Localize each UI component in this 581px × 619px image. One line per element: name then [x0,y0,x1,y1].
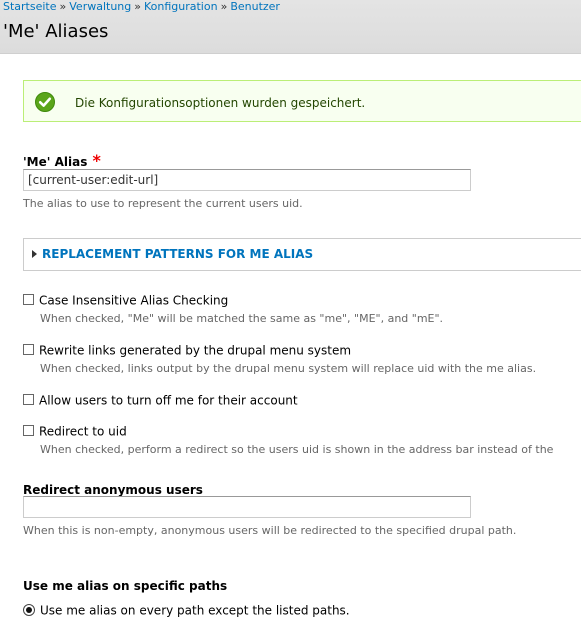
page-header: Startseite» Verwaltung» Konfiguration» Benu… [0,0,581,54]
breadcrumb-benutzer[interactable]: Benutzer [230,0,280,13]
allow-turn-off-checkbox[interactable] [23,394,34,405]
status-message-text: Die Konfigurationsoptionen wurden gespei… [75,96,366,110]
me-alias-label-text: 'Me' Alias [23,155,88,169]
status-message: Die Konfigurationsoptionen wurden gespei… [23,80,581,122]
check-circle-icon [35,92,55,112]
redirect-anonymous-label-text: Redirect anonymous users [23,483,203,497]
case-insensitive-checkbox[interactable] [23,294,34,305]
breadcrumb: Startseite» Verwaltung» Konfiguration» Benu… [3,0,280,14]
breadcrumb-separator: » [220,0,228,13]
specific-paths-option-label[interactable]: Use me alias on every path except the li… [40,604,350,618]
me-alias-label: 'Me' Alias * [23,151,101,170]
triangle-right-icon [32,249,37,258]
case-insensitive-label[interactable]: Case Insensitive Alias Checking [39,294,228,308]
redirect-to-uid-description: When checked, perform a redirect so the … [40,443,554,456]
replacement-patterns-legend: REPLACEMENT PATTERNS FOR ME ALIAS [42,247,314,261]
redirect-anonymous-input[interactable] [23,496,471,518]
redirect-to-uid-label[interactable]: Redirect to uid [39,425,127,439]
breadcrumb-separator: » [134,0,141,13]
specific-paths-radio-option[interactable]: Use me alias on every path except the li… [23,600,350,619]
case-insensitive-description: When checked, "Me" will be matched the s… [40,312,444,325]
replacement-patterns-fieldset[interactable]: REPLACEMENT PATTERNS FOR ME ALIAS [23,238,581,271]
radio-selected-icon[interactable] [23,603,35,616]
breadcrumb-verwaltung[interactable]: Verwaltung [69,0,131,13]
me-alias-input[interactable] [23,169,471,191]
required-marker: * [92,151,101,170]
me-alias-description: The alias to use to represent the curren… [23,197,303,210]
option-redirect-to-uid[interactable]: Redirect to uid [23,421,127,440]
redirect-to-uid-checkbox[interactable] [23,425,34,436]
specific-paths-label-text: Use me alias on specific paths [23,579,228,593]
breadcrumb-konfiguration[interactable]: Konfiguration [144,0,218,13]
option-case-insensitive[interactable]: Case Insensitive Alias Checking [23,290,228,309]
breadcrumb-startseite[interactable]: Startseite [3,0,57,13]
breadcrumb-separator: » [59,0,67,13]
option-rewrite-links[interactable]: Rewrite links generated by the drupal me… [23,340,351,359]
redirect-anonymous-description: When this is non-empty, anonymous users … [23,524,517,537]
rewrite-links-label[interactable]: Rewrite links generated by the drupal me… [39,344,351,358]
specific-paths-label: Use me alias on specific paths [23,575,227,594]
rewrite-links-description: When checked, links output by the drupal… [40,362,537,375]
rewrite-links-checkbox[interactable] [23,344,34,355]
allow-turn-off-label[interactable]: Allow users to turn off me for their acc… [39,394,298,408]
page-title: 'Me' Aliases [3,21,109,42]
replacement-patterns-toggle[interactable]: REPLACEMENT PATTERNS FOR ME ALIAS [32,247,313,261]
option-allow-turn-off[interactable]: Allow users to turn off me for their acc… [23,390,298,409]
